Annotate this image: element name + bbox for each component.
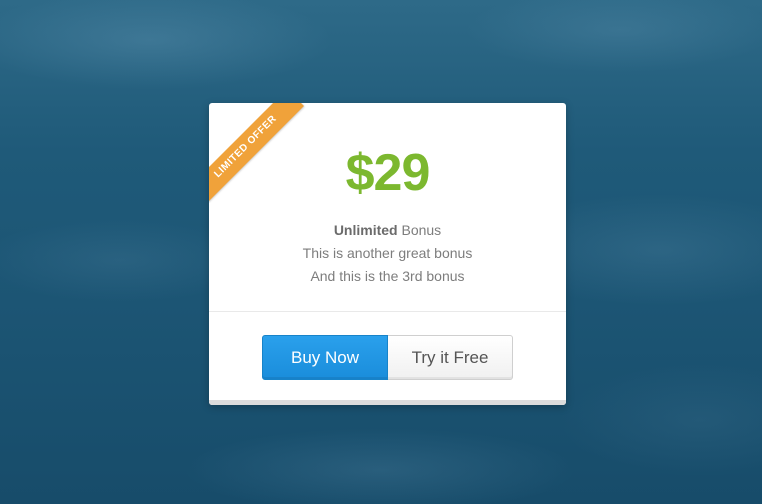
divider bbox=[209, 311, 566, 312]
feature-text: Bonus bbox=[397, 222, 442, 238]
feature-item: Unlimited Bonus bbox=[209, 219, 566, 242]
price: $29 bbox=[345, 144, 431, 202]
card-footer-strip bbox=[209, 400, 566, 405]
feature-item: And this is the 3rd bonus bbox=[310, 268, 465, 284]
action-buttons: Buy Now Try it Free bbox=[262, 335, 513, 380]
feature-item: This is another great bonus bbox=[302, 245, 473, 261]
pricing-card: LIMITED OFFER $29 Unlimited Bonus This i… bbox=[209, 103, 566, 405]
feature-list: Unlimited Bonus This is another great bo… bbox=[209, 219, 566, 288]
feature-highlight: Unlimited bbox=[333, 222, 398, 238]
buy-now-button[interactable]: Buy Now bbox=[262, 335, 388, 380]
try-free-button[interactable]: Try it Free bbox=[388, 335, 513, 380]
